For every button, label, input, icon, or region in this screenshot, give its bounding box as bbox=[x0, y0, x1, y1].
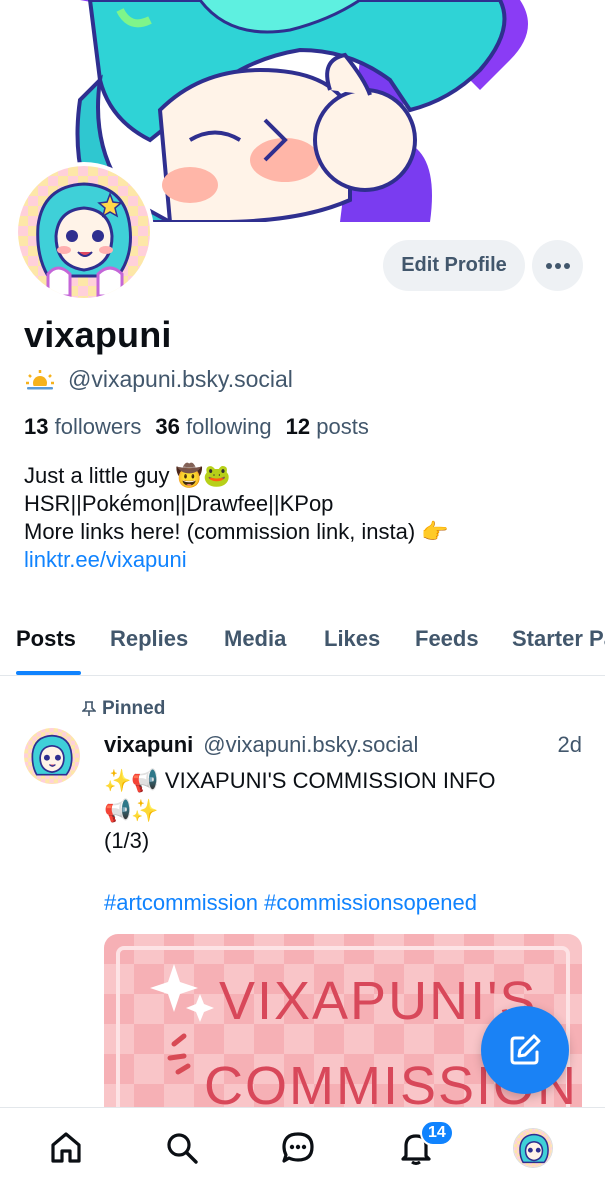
display-name: vixapuni bbox=[24, 314, 172, 355]
post-hashtags[interactable]: #artcommission #commissionsopened bbox=[104, 888, 574, 918]
post-text: ✨📢 VIXAPUNI'S COMMISSION INFO 📢✨ (1/3) #… bbox=[104, 766, 574, 918]
tab-starter-packs[interactable]: Starter Packs bbox=[512, 626, 605, 652]
bio-line: More links here! (commission link, insta… bbox=[24, 519, 449, 544]
home-icon bbox=[51, 1132, 81, 1163]
pin-icon bbox=[82, 701, 96, 716]
nav-profile[interactable] bbox=[511, 1126, 555, 1170]
sun-emoji-icon bbox=[26, 369, 54, 391]
compose-post-button[interactable] bbox=[481, 1006, 569, 1094]
pinned-indicator: Pinned bbox=[82, 698, 165, 720]
handle-row: @vixapuni.bsky.social bbox=[24, 366, 293, 393]
handle-text[interactable]: @vixapuni.bsky.social bbox=[68, 366, 293, 393]
tab-feeds[interactable]: Feeds bbox=[415, 626, 479, 652]
avatar-illustration bbox=[18, 166, 150, 298]
post-text-line: ✨📢 VIXAPUNI'S COMMISSION INFO bbox=[104, 768, 496, 793]
followers-stat[interactable]: 13 followers bbox=[24, 414, 141, 440]
tab-media[interactable]: Media bbox=[224, 626, 286, 652]
nav-search[interactable] bbox=[160, 1126, 204, 1170]
nav-home[interactable] bbox=[44, 1126, 88, 1170]
ellipsis-icon bbox=[545, 262, 570, 269]
post-timestamp[interactable]: 2d bbox=[558, 732, 582, 758]
chat-icon bbox=[282, 1132, 314, 1163]
post-header: vixapuni @vixapuni.bsky.social 2d bbox=[104, 732, 584, 758]
avatar-illustration bbox=[24, 728, 80, 784]
pinned-label: Pinned bbox=[102, 698, 166, 719]
search-icon bbox=[167, 1133, 198, 1164]
tab-replies[interactable]: Replies bbox=[110, 626, 188, 652]
profile-avatar bbox=[513, 1128, 553, 1168]
bio-line: HSR||Pokémon||Drawfee||KPop bbox=[24, 491, 334, 516]
following-stat[interactable]: 36 following bbox=[155, 414, 271, 440]
edit-profile-button[interactable]: Edit Profile bbox=[383, 240, 525, 291]
post-author-handle[interactable]: @vixapuni.bsky.social bbox=[203, 732, 418, 758]
active-tab-indicator bbox=[16, 671, 81, 675]
bio-line: Just a little guy 🤠🐸 bbox=[24, 463, 231, 488]
tab-posts[interactable]: Posts bbox=[16, 626, 76, 652]
nav-chat[interactable] bbox=[276, 1126, 320, 1170]
posts-stat: 12 posts bbox=[285, 414, 369, 439]
bio-link[interactable]: linktr.ee/vixapuni bbox=[24, 546, 449, 574]
post-text-line: (1/3) bbox=[104, 828, 150, 853]
bottom-navigation: 14 bbox=[0, 1107, 605, 1200]
more-options-button[interactable] bbox=[532, 240, 583, 291]
profile-avatar[interactable] bbox=[14, 162, 154, 302]
notification-count-badge: 14 bbox=[420, 1120, 454, 1146]
profile-bio: Just a little guy 🤠🐸 HSR||Pokémon||Drawf… bbox=[24, 462, 449, 574]
post-text-line: 📢✨ bbox=[104, 798, 159, 823]
compose-icon bbox=[510, 1034, 541, 1065]
profile-stats: 13 followers 36 following 12 posts bbox=[24, 414, 369, 440]
profile-tabs: Posts Replies Media Likes Feeds Starter … bbox=[0, 612, 605, 676]
post-author-avatar[interactable] bbox=[24, 728, 80, 784]
tab-likes[interactable]: Likes bbox=[324, 626, 380, 652]
avatar-illustration bbox=[514, 1129, 552, 1167]
post-author-name[interactable]: vixapuni bbox=[104, 732, 193, 758]
